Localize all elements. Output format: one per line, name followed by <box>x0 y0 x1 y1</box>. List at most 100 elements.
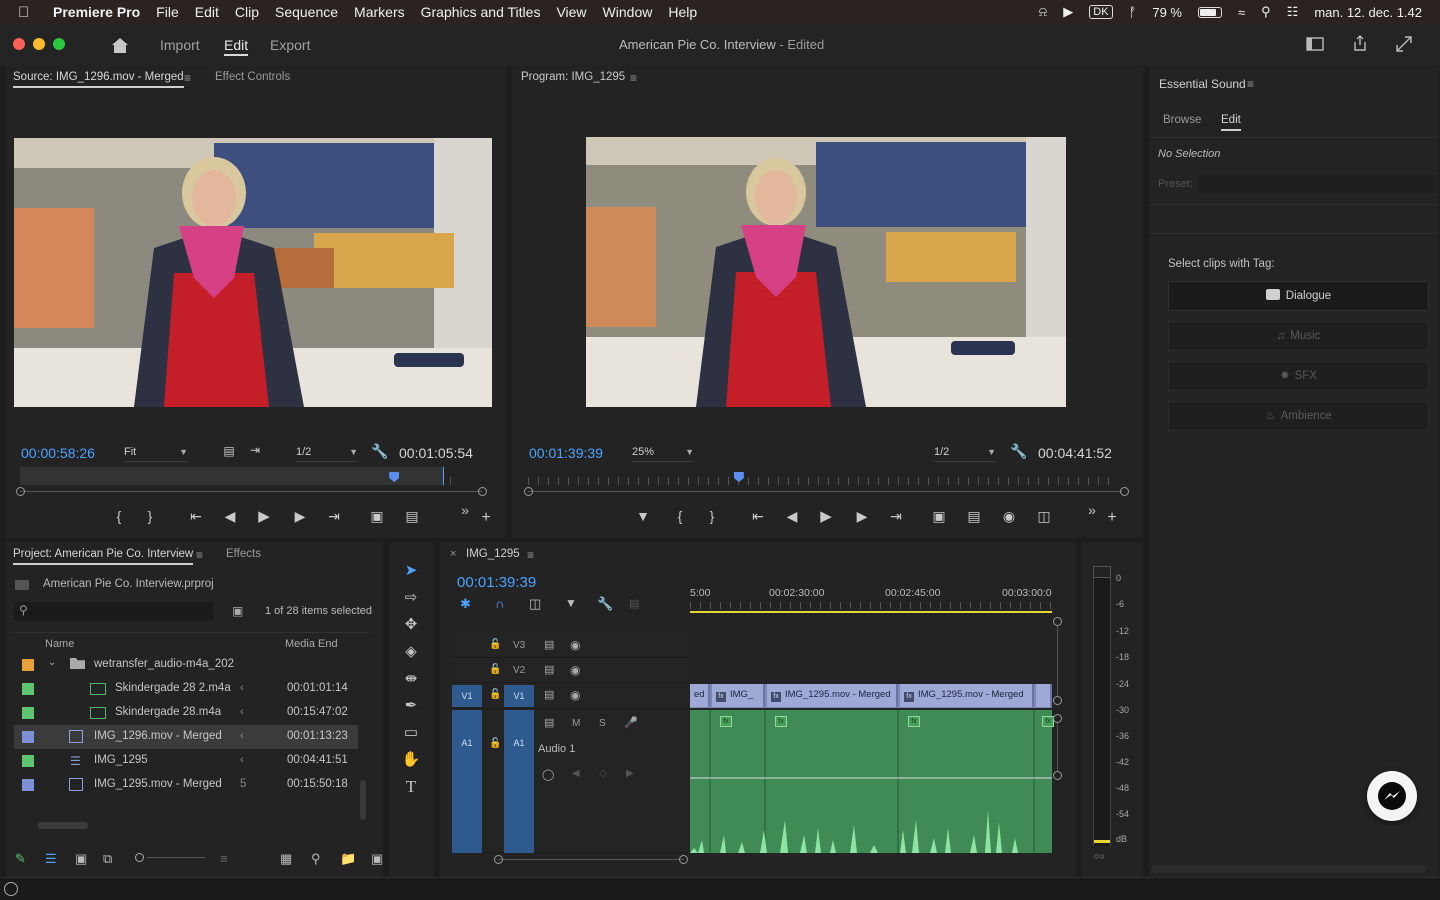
minimize-window-icon[interactable] <box>33 38 45 50</box>
icon-view-icon[interactable]: ▣ <box>75 851 87 867</box>
battery-percent[interactable]: 79 % <box>1152 5 1182 20</box>
creative-cloud-icon[interactable] <box>4 882 18 896</box>
essential-sound-scrollbar[interactable] <box>1151 865 1426 873</box>
control-center-icon[interactable]: ☷ <box>1287 4 1299 20</box>
tab-es-edit[interactable]: Edit <box>1221 114 1241 131</box>
new-search-bin-icon[interactable]: ▣ <box>232 604 243 618</box>
timeline-scroll-start-handle[interactable] <box>494 855 503 864</box>
list-view-icon[interactable]: ☰ <box>45 851 57 867</box>
apple-icon[interactable]:  <box>18 4 38 21</box>
sync-lock-icon[interactable]: ▤ <box>544 688 554 701</box>
timeline-horizontal-scrollbar[interactable] <box>498 859 684 860</box>
label-color-swatch[interactable] <box>22 755 34 767</box>
video-vertical-scrollbar[interactable] <box>1057 626 1058 696</box>
step-back-icon[interactable]: ◀ <box>782 508 802 525</box>
comparison-view-icon[interactable]: ◫ <box>1034 508 1054 525</box>
video-clip[interactable] <box>1036 684 1052 707</box>
timeline-scroll-end-handle[interactable] <box>679 855 688 864</box>
tab-program[interactable]: Program: IMG_1295 <box>521 71 625 83</box>
tab-source[interactable]: Source: IMG_1296.mov - Merged <box>13 71 184 88</box>
meter-clip-indicator[interactable] <box>1093 566 1111 578</box>
snap-magnet-icon[interactable]: ∩ <box>495 596 504 611</box>
program-current-timecode[interactable]: 00:01:39:39 <box>529 445 603 461</box>
next-keyframe-icon[interactable]: ▶ <box>626 768 634 779</box>
tab-effect-controls[interactable]: Effect Controls <box>215 71 290 83</box>
list-item[interactable]: ☰ IMG_1295 ‹ 00:04:41:51 <box>14 749 358 773</box>
pen-tool-icon[interactable]: ✒ <box>400 696 422 718</box>
type-tool-icon[interactable]: T <box>400 777 422 799</box>
list-item[interactable]: IMG_1295.mov - Merged 5 00:15:50:18 <box>14 773 358 797</box>
go-to-out-icon[interactable]: ⇥ <box>886 508 906 525</box>
tab-effects[interactable]: Effects <box>226 548 261 560</box>
music-button[interactable]: ♫ Music <box>1168 321 1429 351</box>
menu-file[interactable]: File <box>156 4 179 20</box>
menu-app-name[interactable]: Premiere Pro <box>53 4 140 20</box>
selection-tool-icon[interactable]: ➤ <box>400 561 422 583</box>
go-to-in-icon[interactable]: ⇤ <box>748 508 768 525</box>
sync-lock-icon[interactable]: ▤ <box>544 716 554 729</box>
share-icon[interactable] <box>1351 34 1369 52</box>
lock-icon[interactable]: 🔓 <box>489 664 501 675</box>
label-color-swatch[interactable] <box>22 707 34 719</box>
mark-out-icon[interactable]: } <box>140 508 160 524</box>
column-media-end[interactable]: Media End <box>285 638 338 650</box>
sync-lock-icon[interactable]: ▤ <box>544 638 554 651</box>
audio-vertical-zoom-handle-bottom[interactable] <box>1053 771 1062 780</box>
program-timeruler[interactable] <box>528 477 1118 485</box>
tab-project[interactable]: Project: American Pie Co. Interview <box>13 548 194 565</box>
tab-sequence[interactable]: IMG_1295 <box>466 548 520 560</box>
menu-markers[interactable]: Markers <box>354 4 405 20</box>
source-scrollbar[interactable] <box>20 491 482 492</box>
audio-vertical-scrollbar[interactable] <box>1057 723 1058 771</box>
source-current-timecode[interactable]: 00:00:58:26 <box>21 445 95 461</box>
mark-out-icon[interactable]: } <box>702 508 722 524</box>
project-panel-menu-icon[interactable]: ≡ <box>196 548 203 562</box>
sfx-button[interactable]: ✸ SFX <box>1168 361 1429 391</box>
mark-in-icon[interactable]: { <box>670 508 690 524</box>
nav-export[interactable]: Export <box>270 37 310 53</box>
microphone-icon[interactable]: 🎤 <box>624 716 638 729</box>
list-item[interactable]: ⌄ wetransfer_audio-m4a_202 <box>14 653 358 677</box>
lift-icon[interactable]: ▣ <box>929 508 949 525</box>
menu-edit[interactable]: Edit <box>195 4 219 20</box>
play-icon[interactable]: ▶ <box>254 507 274 525</box>
insert-icon[interactable]: ▣ <box>367 508 387 525</box>
track-target-a1[interactable]: A1 <box>504 710 534 853</box>
solo-button[interactable]: S <box>599 718 606 729</box>
menu-clock[interactable]: man. 12. dec. 1.42 <box>1314 5 1422 20</box>
source-panel-menu-icon[interactable]: ≡ <box>184 71 191 85</box>
program-scrollbar[interactable] <box>528 491 1122 492</box>
bluetooth-icon[interactable]: ᚡ <box>1129 5 1137 20</box>
play-icon[interactable]: ▶ <box>816 507 836 525</box>
column-name[interactable]: Name <box>45 638 74 650</box>
wrench-icon[interactable]: 🔧 <box>1009 443 1029 460</box>
find-icon[interactable]: ⚲ <box>311 851 321 867</box>
razor-tool-icon[interactable]: ◈ <box>400 642 422 664</box>
disclosure-chevron-icon[interactable]: ⌄ <box>48 657 56 668</box>
mark-in-icon[interactable]: { <box>109 508 129 524</box>
captions-icon[interactable]: ▤ <box>629 597 639 610</box>
step-forward-icon[interactable]: ▶ <box>852 508 872 525</box>
keyframe-toggle-icon[interactable]: ◯ <box>542 768 554 781</box>
extract-icon[interactable]: ▤ <box>964 508 984 525</box>
audio-vertical-zoom-handle-top[interactable] <box>1053 714 1062 723</box>
track-label-v3[interactable]: V3 <box>513 640 525 651</box>
new-item-icon[interactable]: ▣ <box>371 851 383 867</box>
prev-keyframe-icon[interactable]: ◀ <box>572 768 580 779</box>
lock-icon[interactable]: 🔓 <box>489 639 501 650</box>
source-scroll-start-handle[interactable] <box>16 487 25 496</box>
timeline-timecode[interactable]: 00:01:39:39 <box>457 574 536 591</box>
insert-overwrite-icon[interactable]: ⇥ <box>245 443 265 457</box>
timeline-settings-wrench-icon[interactable]: 🔧 <box>597 596 613 612</box>
track-target-v1[interactable]: V1 <box>504 685 534 707</box>
menu-clip[interactable]: Clip <box>235 4 259 20</box>
source-patch-v1[interactable]: V1 <box>452 685 482 707</box>
track-label-v2[interactable]: V2 <box>513 665 525 676</box>
eye-icon[interactable]: ◉ <box>570 638 580 652</box>
source-scroll-end-handle[interactable] <box>478 487 487 496</box>
hand-tool-icon[interactable]: ✋ <box>400 750 422 772</box>
label-color-swatch[interactable] <box>22 683 34 695</box>
program-panel-menu-icon[interactable]: ≡ <box>630 71 637 85</box>
menu-sequence[interactable]: Sequence <box>275 4 338 20</box>
project-horizontal-scrollbar[interactable] <box>38 822 88 829</box>
